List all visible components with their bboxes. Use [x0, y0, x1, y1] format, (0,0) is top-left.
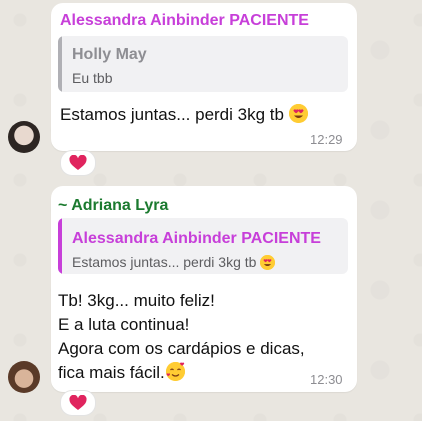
quoted-message[interactable]: Holly May Eu tbb [58, 36, 348, 92]
message-bubble[interactable]: ~ Adriana Lyra Alessandra Ainbinder PACI… [51, 186, 357, 392]
heart-eyes-emoji-icon [288, 104, 308, 123]
quoted-sender-name: Alessandra Ainbinder PACIENTE [72, 230, 321, 247]
message-text-content: Estamos juntas... perdi 3kg tb [60, 105, 284, 124]
heart-icon [69, 155, 87, 170]
heart-eyes-emoji-icon [260, 255, 276, 270]
smiling-face-with-hearts-emoji-icon [165, 362, 185, 381]
sender-name[interactable]: Alessandra Ainbinder PACIENTE [60, 12, 309, 30]
sender-name[interactable]: ~ Adriana Lyra [58, 197, 168, 215]
message-text: Estamos juntas... perdi 3kg tb [60, 103, 308, 127]
message-line: Tb! 3kg... muito feliz! [58, 291, 215, 310]
avatar[interactable] [8, 121, 40, 153]
quoted-text: Estamos juntas... perdi 3kg tb [72, 254, 276, 270]
quote-accent-bar [58, 218, 62, 274]
reaction-badge[interactable] [60, 390, 96, 416]
message-line-last: fica mais fácil. [58, 361, 305, 385]
quoted-text-content: Estamos juntas... perdi 3kg tb [72, 254, 257, 270]
quoted-sender-name: Holly May [72, 46, 147, 63]
quoted-message[interactable]: Alessandra Ainbinder PACIENTE Estamos ju… [58, 218, 348, 274]
reaction-badge[interactable] [60, 150, 96, 176]
message-line: Agora com os cardápios e dicas, [58, 339, 305, 358]
message-line: fica mais fácil. [58, 363, 165, 382]
message-time: 12:29 [310, 132, 343, 147]
message-time: 12:30 [310, 372, 343, 387]
quote-accent-bar [58, 36, 62, 92]
quoted-text: Eu tbb [72, 70, 113, 86]
message-line: E a luta continua! [58, 315, 190, 334]
message-bubble[interactable]: Alessandra Ainbinder PACIENTE Holly May … [51, 3, 357, 151]
message-text: Tb! 3kg... muito feliz! E a luta continu… [58, 289, 305, 385]
heart-icon [69, 395, 87, 410]
avatar[interactable] [8, 361, 40, 393]
